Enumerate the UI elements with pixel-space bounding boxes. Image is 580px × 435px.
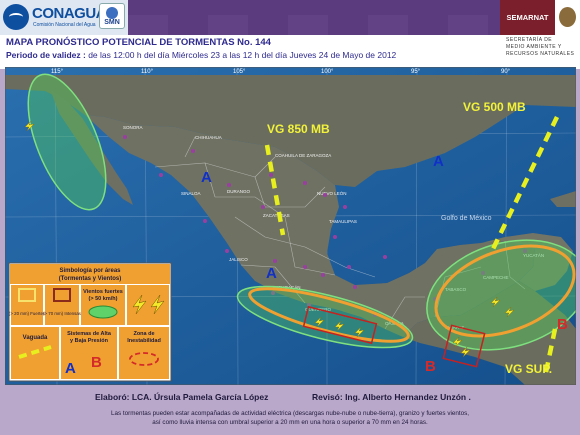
secretaria-text: SECRETARÍA DE MEDIO AMBIENTE Y RECURSOS …: [506, 37, 578, 58]
place-zacatecas: ZACATECAS: [263, 213, 290, 218]
legend-storm-20-label: (> 20 mm) Fuertes: [9, 311, 46, 316]
vg-500-label: VG 500 MB: [463, 100, 526, 114]
legend-cell-storm-70: [45, 285, 79, 325]
secretaria-line-1: SECRETARÍA DE: [506, 37, 553, 43]
legend-instability-label-1: Zona de: [133, 331, 154, 337]
legend-winds-swatch: [88, 305, 118, 319]
lon-label-105: 105°: [233, 69, 246, 75]
legend-winds-label-2: (> 50 km/h): [89, 296, 118, 302]
vg-sup-label: VG SUP.: [505, 362, 552, 376]
validity-label: Periodo de validez :: [6, 50, 86, 60]
map-title: MAPA PRONÓSTICO POTENCIAL DE TORMENTAS N…: [6, 37, 271, 48]
legend-systems-label-1: Sistemas de Alta: [67, 331, 112, 337]
footer-note-line-1: Las tormentas pueden estar acompañadas d…: [110, 410, 470, 417]
legend-instability-label-2: Inestabilidad: [127, 338, 161, 344]
conagua-logo-area: CONAGUA Comisión Nacional del Agua SMN: [0, 0, 128, 35]
legend-title-2: (Tormentas y Vientos): [59, 276, 121, 282]
place-coahuila: COAHUILA DE ZARAGOZA: [275, 153, 331, 158]
secretaria-line-2: MEDIO AMBIENTE Y: [506, 44, 562, 50]
footer-note-line-2: así como lluvia intensa con umbral super…: [152, 419, 428, 426]
place-durango: DURANGO: [227, 189, 251, 194]
prepared-by: Elaboró: LCA. Úrsula Pamela García López: [95, 392, 269, 402]
lon-label-100: 100°: [321, 69, 334, 75]
high-pressure-gulf: A: [433, 153, 444, 170]
place-tamaulipas: TAMAULIPAS: [329, 219, 357, 224]
conagua-emblem-icon: [3, 4, 29, 30]
legend-title-1: Simbología por áreas: [59, 268, 121, 274]
semarnat-label: SEMARNAT: [500, 0, 555, 35]
high-pressure-center: A: [266, 265, 277, 282]
lon-label-95: 95°: [411, 69, 421, 75]
smn-logo: SMN: [99, 3, 125, 29]
header-decorative-band: [128, 0, 500, 35]
legend-systems-label-2: y Baja Presión: [70, 338, 109, 344]
reviewed-by: Revisó: Ing. Alberto Hernandez Unzón .: [312, 392, 471, 402]
legend-cell-storm-20: [11, 285, 43, 325]
legend-vaguada-label: Vaguada: [23, 335, 48, 341]
legend-storm-70-label: (> 70 mm) Intensas: [43, 311, 82, 316]
conagua-logo-subtitle: Comisión Nacional del Agua: [33, 22, 96, 28]
low-pressure-east: B: [557, 316, 568, 333]
vg-850-label: VG 850 MB: [267, 122, 330, 136]
legend-high-pressure-symbol: A: [65, 360, 76, 377]
lon-label-90: 90°: [501, 69, 511, 75]
place-chihuahua: CHIHUAHUA: [195, 135, 222, 140]
legend-cell-lightning: [127, 285, 169, 325]
validity-text: de las 12:00 h del día Miércoles 23 a la…: [85, 50, 397, 60]
national-seal: [555, 0, 580, 35]
eagle-seal-icon: [559, 7, 576, 27]
place-sinaloa: SINALOA: [181, 191, 201, 196]
place-nuevo-leon: NUEVO LEÓN: [317, 190, 347, 196]
conagua-logo-text: CONAGUA: [32, 5, 107, 22]
lon-label-110: 110°: [141, 69, 154, 75]
low-pressure-south: B: [425, 358, 436, 375]
gulf-of-mexico-label: Golfo de México: [441, 215, 492, 222]
map-legend: Simbología por áreas (Tormentas y Viento…: [8, 262, 172, 382]
place-sonora: SONORA: [123, 125, 143, 130]
lon-label-115: 115°: [51, 69, 64, 75]
legend-low-pressure-symbol: B: [91, 354, 102, 371]
legend-winds-label-1: Vientos fuertes: [83, 289, 123, 295]
forecast-map: 115° 110° 105° 100° 95° 90° Golfo de Méx…: [5, 67, 576, 385]
validity-period: Periodo de validez : de las 12:00 h del …: [6, 50, 396, 60]
secretaria-line-3: RECURSOS NATURALES: [506, 51, 575, 57]
high-pressure-nw: A: [201, 169, 212, 186]
place-jalisco: JALISCO: [229, 257, 248, 262]
footer-note: Las tormentas pueden estar acompañadas d…: [50, 409, 530, 427]
